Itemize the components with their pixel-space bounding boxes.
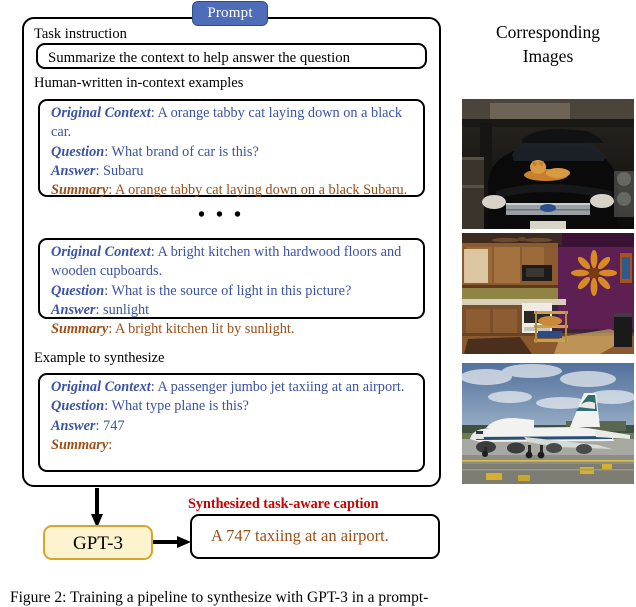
corresponding-images-heading-line2: Images — [522, 46, 574, 66]
field-label-summary: Summary — [51, 182, 109, 199]
field-label-answer: Answer — [51, 417, 96, 434]
example-3-lines: Original Context: A passenger jumbo jet … — [51, 378, 415, 455]
arrow-down-icon — [91, 488, 103, 528]
incontext-example-1: Original Context : A orange tabby cat lay… — [38, 99, 425, 200]
field-label-answer: Answer — [51, 301, 96, 318]
example-3-answer-value: : 747 — [95, 417, 125, 434]
task-instruction-text: Summarize the context to help answer the… — [48, 50, 351, 66]
example-3-question: Question: What type plane is this? — [51, 397, 415, 416]
task-instruction-label: Task instruction — [34, 26, 127, 42]
examples-ellipsis: • • • — [198, 204, 245, 226]
synthesized-caption-box: A 747 taxiing at an airport. — [190, 514, 440, 559]
example-2-question: Question: What is the source of light in… — [51, 282, 415, 301]
field-label-summary: Summary — [51, 436, 109, 453]
prompt-badge: Prompt — [192, 1, 268, 26]
example-3-original-context-value: : A passenger jumbo jet taxiing at an ai… — [150, 379, 405, 395]
field-label-question: Question — [51, 398, 105, 415]
example-1-answer-value: : Subaru — [95, 162, 144, 179]
gpt3-node: GPT-3 — [43, 525, 153, 560]
figure-caption: Figure 2: Training a pipeline to synthes… — [10, 589, 429, 606]
photo-jumbo-jet — [462, 363, 634, 484]
photo-kitchen — [462, 233, 634, 354]
synthesized-caption-text: A 747 taxiing at an airport. — [211, 526, 389, 545]
incontext-example-2: Original Context: A bright kitchen with … — [38, 238, 425, 337]
example-2-question-value: : What is the source of light in this pi… — [104, 282, 352, 299]
example-3-question-value: : What type plane is this? — [104, 398, 249, 415]
example-1-original-context: Original Context: A orange tabby cat lay… — [51, 104, 415, 143]
field-label-original-context: Original Context — [51, 105, 151, 121]
example-2-lines: Original Context: A bright kitchen with … — [51, 243, 415, 339]
example-2-summary-value: : A bright kitchen lit by sunlight. — [108, 321, 295, 338]
field-label-original-context: Original Context — [51, 244, 151, 260]
example-1-summary-value: : A orange tabby cat laying down on a bl… — [108, 182, 408, 199]
field-label-summary: Summary — [51, 321, 109, 338]
example-2-answer: Answer: sunlight — [51, 301, 415, 320]
example-2-summary: Summary: A bright kitchen lit by sunligh… — [51, 320, 415, 339]
field-label-question: Question — [51, 282, 105, 299]
example-to-synthesize-label: Example to synthesize — [34, 350, 165, 366]
example-2-original-context: Original Context: A bright kitchen with … — [51, 243, 415, 282]
synthesized-caption-label: Synthesized task-aware caption — [188, 496, 379, 512]
incontext-examples-label: Human-written in-context examples — [34, 75, 244, 91]
corresponding-images-heading: Corresponding Images — [466, 20, 630, 68]
photo-cat-on-car — [462, 99, 634, 229]
example-1-answer: Answer: Subaru — [51, 162, 415, 181]
example-1-summary: Summary: A orange tabby cat laying down … — [51, 181, 415, 200]
example-to-synthesize-box: Original Context: A passenger jumbo jet … — [38, 373, 425, 472]
field-label-question: Question — [51, 143, 105, 160]
example-2-answer-value: : sunlight — [95, 301, 150, 318]
corresponding-images-heading-line1: Corresponding — [495, 22, 601, 42]
example-3-answer: Answer: 747 — [51, 417, 415, 436]
example-1-question-value: : What brand of car is this? — [104, 143, 259, 160]
example-3-summary-value: : — [108, 436, 113, 453]
example-3-original-context: Original Context: A passenger jumbo jet … — [51, 378, 415, 397]
field-label-original-context: Original Context — [51, 379, 151, 395]
field-label-answer: Answer — [51, 162, 96, 179]
example-1-lines: Original Context : A orange tabby cat lay… — [51, 104, 415, 200]
example-1-question: Question: What brand of car is this? — [51, 143, 415, 162]
task-instruction-box: Summarize the context to help answer the… — [36, 43, 427, 69]
example-3-summary: Summary: — [51, 436, 415, 455]
arrow-right-icon — [153, 536, 191, 548]
